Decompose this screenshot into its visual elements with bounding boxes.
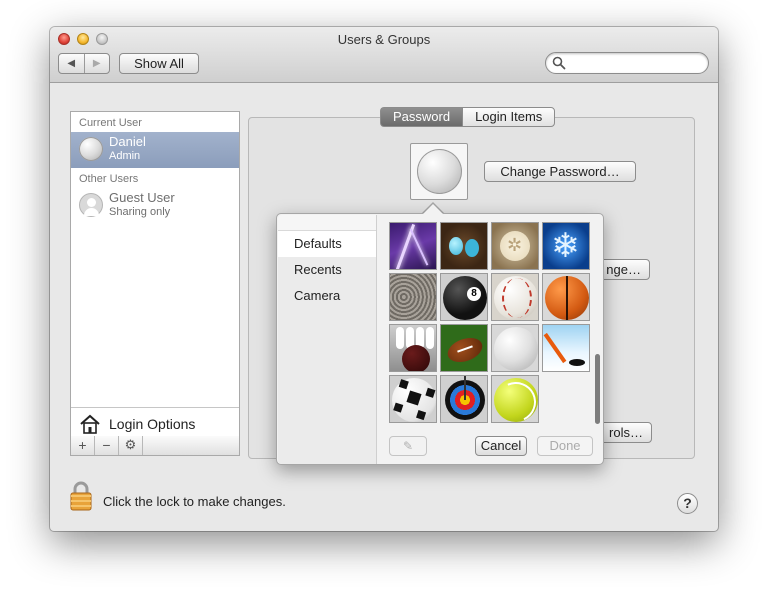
picture-snowflake[interactable] xyxy=(542,222,590,270)
title-bar: Users & Groups ◀ ▶ Show All xyxy=(50,27,718,83)
edit-picture-button[interactable]: ✎ xyxy=(389,436,427,456)
back-arrow-icon[interactable]: ◀ xyxy=(59,54,84,73)
tab-bar: Password Login Items xyxy=(380,107,556,127)
picture-football[interactable] xyxy=(440,324,488,372)
change-password-button[interactable]: Change Password… xyxy=(484,161,636,182)
window-title: Users & Groups xyxy=(337,32,431,47)
source-camera[interactable]: Camera xyxy=(278,283,376,309)
current-user-header: Current User xyxy=(79,117,142,129)
gear-icon[interactable]: ⚙ xyxy=(119,436,143,455)
search-icon xyxy=(552,56,566,70)
help-button[interactable]: ? xyxy=(677,493,698,514)
user-row-daniel[interactable]: Daniel Admin xyxy=(71,132,239,168)
popover-arrow-fill xyxy=(422,204,444,215)
user-role: Admin xyxy=(109,150,141,162)
source-recents[interactable]: Recents xyxy=(278,257,376,283)
nav-back-forward: ◀ ▶ xyxy=(58,53,110,74)
picture-tennis-ball[interactable] xyxy=(491,375,539,423)
user-list-toolbar: + − ⚙ xyxy=(70,436,240,456)
source-defaults[interactable]: Defaults xyxy=(278,231,376,257)
picture-lightning[interactable] xyxy=(389,222,437,270)
show-all-button[interactable]: Show All xyxy=(119,53,199,74)
login-options-item[interactable]: Login Options xyxy=(71,407,239,437)
search-input[interactable] xyxy=(545,52,709,74)
picture-grid xyxy=(389,222,594,423)
source-list-header xyxy=(278,215,376,231)
guest-avatar-icon xyxy=(79,193,103,217)
user-name: Guest User xyxy=(109,190,175,205)
other-users-header: Other Users xyxy=(79,173,139,185)
add-user-button[interactable]: + xyxy=(71,436,95,455)
tab-password[interactable]: Password xyxy=(380,107,463,127)
user-picture-well[interactable] xyxy=(410,143,468,200)
users-list: Current User Daniel Admin Other Users Gu… xyxy=(70,111,240,437)
picture-grid-scrollbar[interactable] xyxy=(595,354,600,424)
done-button[interactable]: Done xyxy=(537,436,593,456)
picture-hockey[interactable] xyxy=(542,324,590,372)
picture-bird-eggs[interactable] xyxy=(440,222,488,270)
picture-picker-popover: Defaults Recents Camera ✎ Cancel Done xyxy=(276,213,604,465)
house-icon xyxy=(80,414,100,434)
picture-basketball[interactable] xyxy=(542,273,590,321)
pencil-icon: ✎ xyxy=(402,439,414,453)
tab-login-items[interactable]: Login Items xyxy=(462,107,556,127)
golf-ball-picture xyxy=(417,149,462,194)
user-name: Daniel xyxy=(109,134,146,149)
picture-sand-dollar[interactable] xyxy=(491,222,539,270)
picture-zen[interactable] xyxy=(389,273,437,321)
picture-bowling[interactable] xyxy=(389,324,437,372)
remove-user-button[interactable]: − xyxy=(95,436,119,455)
picture-target[interactable] xyxy=(440,375,488,423)
forward-arrow-icon[interactable]: ▶ xyxy=(83,54,110,73)
picture-soccer-ball[interactable] xyxy=(389,375,437,423)
cancel-button[interactable]: Cancel xyxy=(475,436,527,456)
picture-golf-ball[interactable] xyxy=(491,324,539,372)
picture-source-list: Defaults Recents Camera xyxy=(278,215,377,464)
login-options-label: Login Options xyxy=(109,416,196,432)
user-row-guest[interactable]: Guest User Sharing only xyxy=(71,188,239,224)
user-role: Sharing only xyxy=(109,206,171,218)
picture-8-ball[interactable] xyxy=(440,273,488,321)
lock-message: Click the lock to make changes. xyxy=(103,494,286,509)
lock-icon[interactable] xyxy=(69,481,93,511)
picture-baseball[interactable] xyxy=(491,273,539,321)
user-avatar xyxy=(79,137,103,161)
